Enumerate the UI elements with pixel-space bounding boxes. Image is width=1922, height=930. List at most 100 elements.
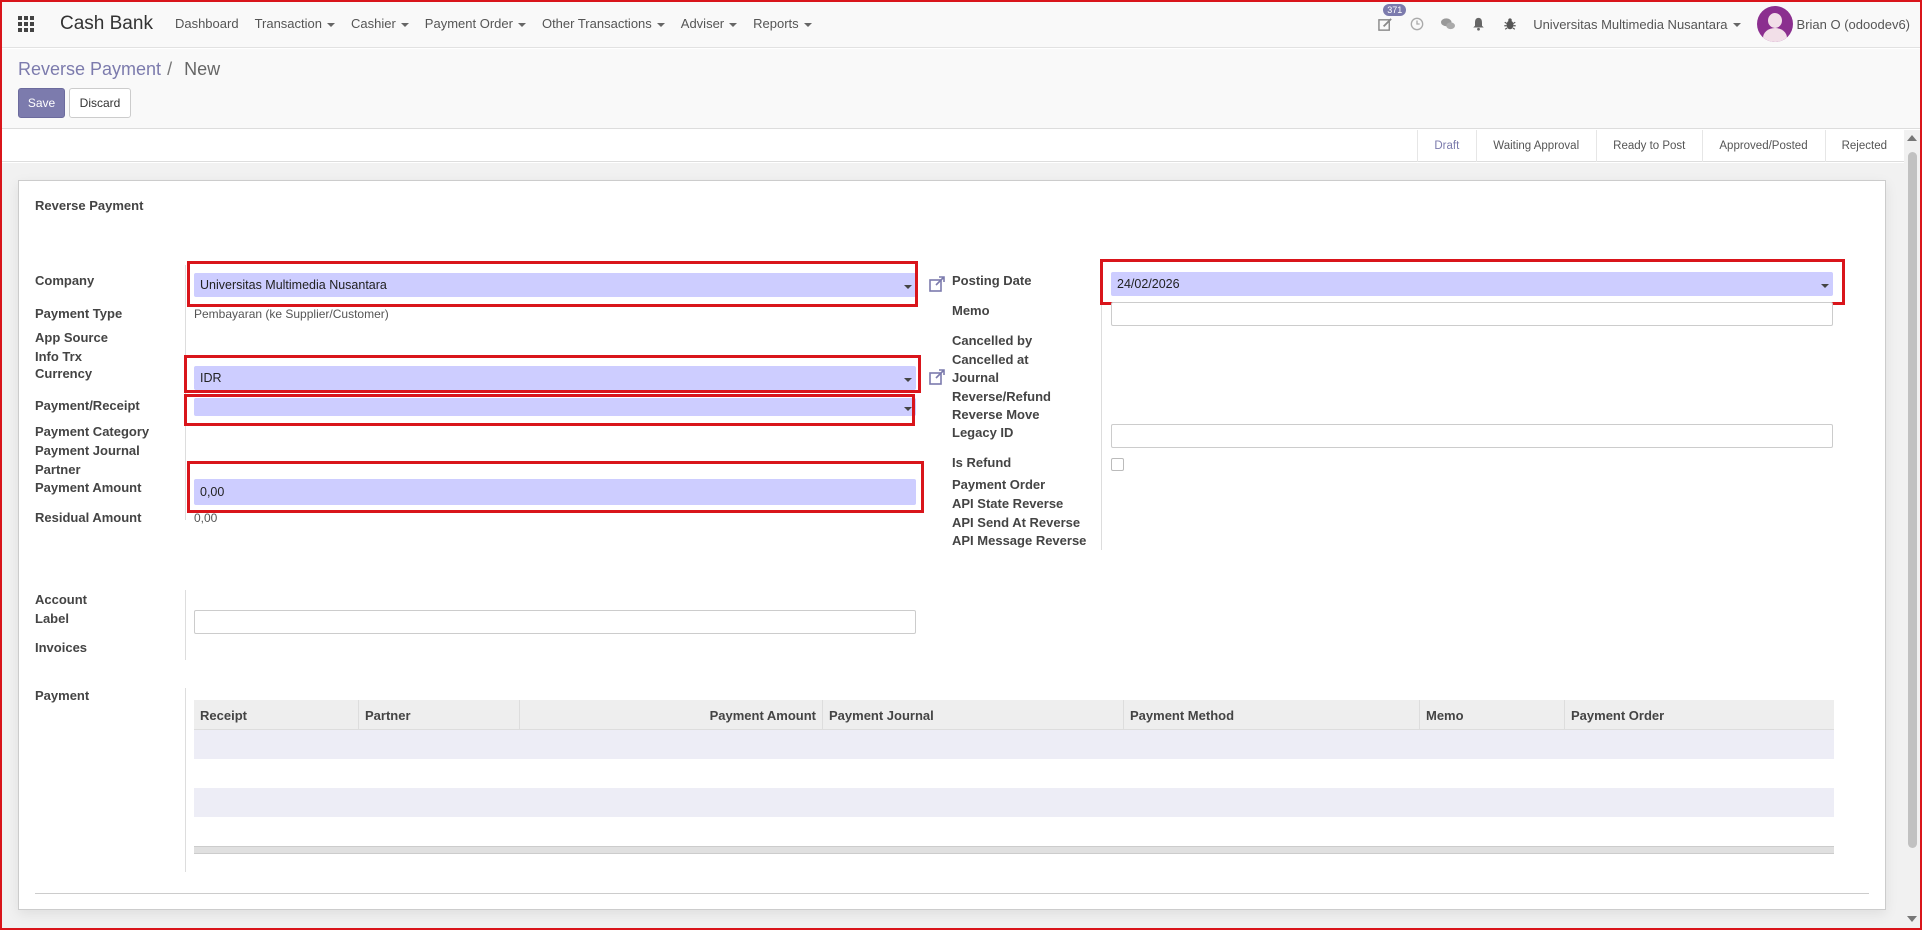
- menu-label: Other Transactions: [541, 16, 652, 31]
- label-input[interactable]: [194, 610, 916, 634]
- breadcrumb-current: New: [184, 59, 221, 79]
- bell-icon[interactable]: [1463, 0, 1494, 48]
- stage-draft[interactable]: Draft: [1417, 130, 1476, 162]
- highlight-currency: [184, 355, 921, 393]
- is-refund-checkbox[interactable]: [1111, 458, 1124, 471]
- label-residual-amount: Residual Amount: [35, 510, 142, 525]
- column-payment-journal[interactable]: Payment Journal: [823, 700, 1124, 730]
- label-company: Company: [35, 273, 95, 288]
- label-label: Label: [35, 611, 69, 626]
- column-payment-order[interactable]: Payment Order: [1565, 700, 1834, 730]
- residual-amount-value: 0,00: [194, 511, 218, 525]
- save-button[interactable]: Save: [18, 88, 65, 118]
- vertical-scrollbar[interactable]: [1904, 130, 1920, 928]
- label-api-state-reverse: API State Reverse: [952, 496, 1064, 511]
- label-journal: Journal: [952, 370, 999, 385]
- payment-table: Receipt Partner Payment Amount Payment J…: [194, 700, 1834, 854]
- table-row[interactable]: [194, 788, 1834, 817]
- stage-ready-to-post[interactable]: Ready to Post: [1596, 130, 1702, 162]
- table-row[interactable]: [194, 817, 1834, 846]
- caret-down-icon: [803, 22, 812, 27]
- scroll-down-arrow-icon[interactable]: [1907, 916, 1917, 922]
- scroll-thumb[interactable]: [1908, 152, 1917, 848]
- label-invoices: Invoices: [35, 640, 88, 655]
- label-payment-journal: Payment Journal: [35, 443, 140, 458]
- label-payment-category: Payment Category: [35, 424, 150, 439]
- app-title: Cash Bank: [60, 12, 153, 34]
- highlight-payment-receipt: [184, 394, 915, 426]
- user-menu[interactable]: Brian O (odoodev6): [1797, 17, 1910, 32]
- label-currency: Currency: [35, 366, 93, 381]
- company-switcher[interactable]: Universitas Multimedia Nusantara: [1533, 17, 1741, 32]
- form-bottom-divider: [35, 893, 1869, 894]
- control-panel: Reverse Payment / New Save Discard: [0, 49, 1922, 129]
- breadcrumb: Reverse Payment / New: [18, 59, 220, 80]
- menu-label: Adviser: [680, 16, 725, 31]
- caret-down-icon: [1732, 23, 1741, 27]
- field-divider: [1101, 265, 1102, 550]
- caret-down-icon: [517, 22, 526, 27]
- label-payment-amount: Payment Amount: [35, 480, 142, 495]
- debug-bug-icon[interactable]: [1494, 0, 1525, 48]
- label-info-trx: Info Trx: [35, 349, 82, 364]
- menu-reports[interactable]: Reports: [753, 16, 812, 31]
- memo-input[interactable]: [1111, 302, 1833, 326]
- user-avatar[interactable]: [1756, 6, 1793, 42]
- column-payment-amount[interactable]: Payment Amount: [520, 700, 823, 730]
- label-is-refund: Is Refund: [952, 455, 1012, 470]
- label-posting-date: Posting Date: [952, 273, 1032, 288]
- highlight-posting-date: [1100, 259, 1845, 305]
- menu-other-transactions[interactable]: Other Transactions: [542, 16, 665, 31]
- menu-dashboard[interactable]: Dashboard: [175, 16, 239, 31]
- payment-type-value: Pembayaran (ke Supplier/Customer): [194, 307, 389, 321]
- column-memo[interactable]: Memo: [1420, 700, 1565, 730]
- menu-payment-order[interactable]: Payment Order: [425, 16, 526, 31]
- breadcrumb-parent-link[interactable]: Reverse Payment: [18, 59, 161, 80]
- table-row[interactable]: [194, 759, 1834, 788]
- label-reverse-refund: Reverse/Refund: [952, 389, 1051, 404]
- external-link-icon[interactable]: [928, 368, 946, 386]
- menu-transaction[interactable]: Transaction: [255, 16, 335, 31]
- scroll-up-arrow-icon[interactable]: [1907, 135, 1917, 141]
- table-row[interactable]: [194, 730, 1834, 759]
- label-api-message-reverse: API Message Reverse: [952, 533, 1087, 548]
- legacy-id-input[interactable]: [1111, 424, 1833, 448]
- chat-icon[interactable]: [1432, 0, 1463, 48]
- label-partner: Partner: [35, 462, 81, 477]
- label-payment-receipt: Payment/Receipt: [35, 398, 140, 413]
- label-memo: Memo: [952, 303, 990, 318]
- caret-down-icon: [656, 22, 665, 27]
- systray: 371 Universitas Multimedia Nusantara Bri…: [1370, 0, 1922, 48]
- highlight-payment-amount: [187, 461, 924, 513]
- highlight-company: [187, 261, 918, 307]
- discard-button[interactable]: Discard: [69, 88, 131, 118]
- stage-approved-posted[interactable]: Approved/Posted: [1702, 130, 1824, 162]
- menu-adviser[interactable]: Adviser: [680, 16, 738, 31]
- menu-label: Reports: [753, 16, 799, 31]
- field-divider: [185, 688, 186, 872]
- top-navbar: Cash Bank Dashboard Transaction Cashier …: [0, 0, 1922, 48]
- label-cancelled-by: Cancelled by: [952, 333, 1033, 348]
- label-app-source: App Source: [35, 330, 108, 345]
- apps-menu-icon[interactable]: [18, 15, 38, 32]
- column-partner[interactable]: Partner: [359, 700, 520, 730]
- table-header: Receipt Partner Payment Amount Payment J…: [194, 700, 1834, 730]
- stage-waiting-approval[interactable]: Waiting Approval: [1476, 130, 1596, 162]
- menu-cashier[interactable]: Cashier: [351, 16, 409, 31]
- label-cancelled-at: Cancelled at: [952, 352, 1029, 367]
- breadcrumb-separator: /: [167, 59, 173, 79]
- column-receipt[interactable]: Receipt: [194, 700, 359, 730]
- stage-pipeline: Draft Waiting Approval Ready to Post App…: [1417, 130, 1904, 162]
- activity-edit-icon[interactable]: 371: [1370, 0, 1407, 48]
- clock-icon[interactable]: [1401, 0, 1432, 48]
- caret-down-icon: [400, 22, 409, 27]
- column-payment-method[interactable]: Payment Method: [1124, 700, 1420, 730]
- label-account: Account: [35, 592, 87, 607]
- external-link-icon[interactable]: [928, 275, 946, 293]
- status-bar: Draft Waiting Approval Ready to Post App…: [2, 130, 1904, 162]
- stage-rejected[interactable]: Rejected: [1824, 130, 1904, 162]
- field-divider: [185, 590, 186, 660]
- caret-down-icon: [729, 22, 738, 27]
- label-reverse-move: Reverse Move: [952, 407, 1040, 422]
- menu-label: Dashboard: [174, 16, 239, 31]
